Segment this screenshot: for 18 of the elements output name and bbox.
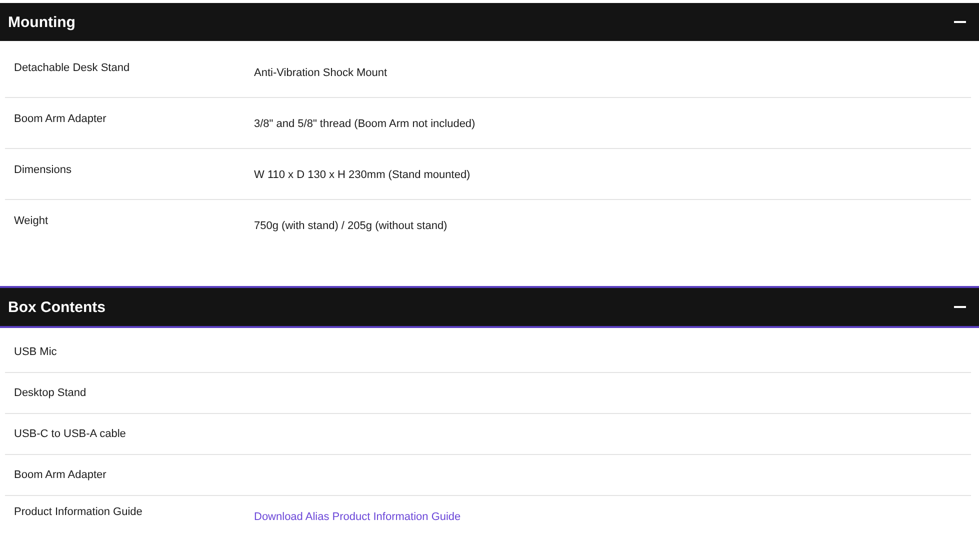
section-header[interactable]: Mounting [0, 3, 979, 41]
spec-value: W 110 x D 130 x H 230mm (Stand mounted) [254, 168, 470, 181]
spec-label: Boom Arm Adapter [13, 113, 108, 127]
section-title: Mounting [8, 14, 76, 30]
spec-label: Detachable Desk Stand [13, 62, 131, 76]
spec-label: Weight [13, 215, 50, 229]
section-title: Box Contents [8, 298, 106, 316]
spec-label: Product Information Guide [13, 506, 144, 520]
spec-label: Desktop Stand [13, 387, 88, 399]
spec-value: 3/8" and 5/8" thread (Boom Arm not included) [254, 117, 476, 130]
download-link[interactable]: Download Alias Product Information Guide [254, 509, 461, 523]
spec-label: Dimensions [13, 164, 72, 178]
spec-label: Boom Arm Adapter [13, 469, 108, 481]
spec-label: USB Mic [13, 346, 58, 358]
section-header[interactable]: Box Contents [0, 286, 979, 328]
spec-label: USB-C to USB-A cable [13, 428, 127, 440]
spec-value: Anti-Vibration Shock Mount [254, 66, 388, 79]
spec-value: 750g (with stand) / 205g (without stand) [254, 219, 448, 232]
